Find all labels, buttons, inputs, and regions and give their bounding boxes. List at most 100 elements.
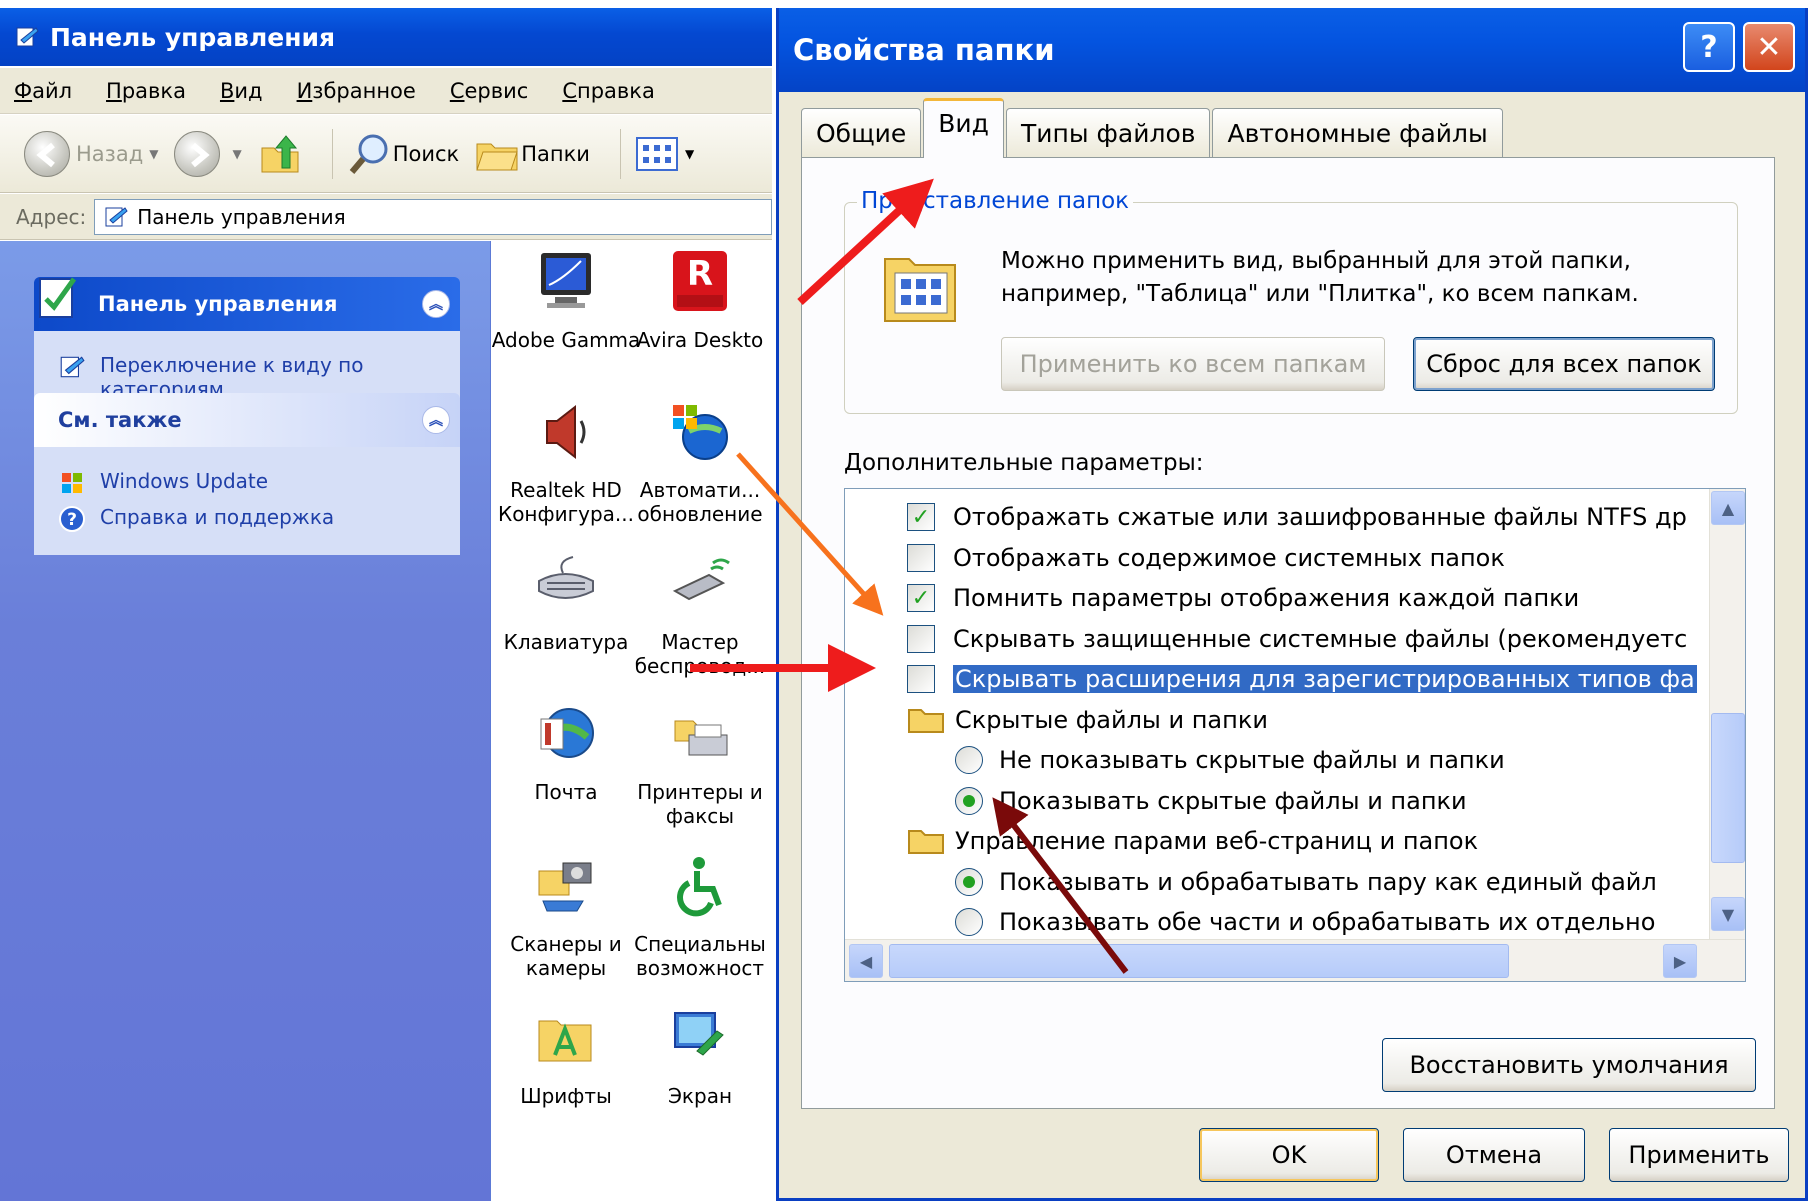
radio-unselected[interactable]: [955, 746, 983, 774]
see-also-title: См. также: [58, 408, 182, 432]
close-button[interactable]: ✕: [1743, 22, 1795, 72]
tab-general[interactable]: Общие: [801, 108, 922, 158]
back-label: Назад: [76, 141, 144, 166]
wireless-icon: [672, 558, 730, 601]
menu-tools[interactable]: Сервис: [450, 79, 529, 103]
views-button[interactable]: ▼: [635, 136, 694, 172]
control-panel-window: Панель управления Файл Правка Вид Избран…: [0, 0, 772, 1201]
wireless-wizard-item[interactable]: Мастер беспровод...: [625, 551, 772, 678]
adobe-gamma-item[interactable]: Adobe Gamma: [491, 249, 641, 352]
folder-up-icon: [261, 134, 299, 172]
icon-label-2: камеры: [525, 956, 607, 980]
tab-offline-files[interactable]: Автономные файлы: [1212, 108, 1503, 158]
display-icon: [674, 1012, 724, 1056]
back-arrow-icon: [24, 130, 70, 177]
windows-update-link[interactable]: Windows Update: [58, 469, 436, 497]
vertical-scroll-thumb[interactable]: [1711, 713, 1745, 863]
control-panel-titlebar[interactable]: Панель управления: [0, 8, 772, 66]
tree-row[interactable]: Управление парами веб-страниц и папок: [907, 821, 1478, 861]
apply-button[interactable]: Применить: [1609, 1128, 1789, 1182]
dialog-titlebar[interactable]: Свойства папки ? ✕: [779, 8, 1805, 92]
reset-all-folders-button[interactable]: Сброс для всех папок: [1413, 337, 1715, 391]
forward-button[interactable]: ▼: [174, 130, 242, 177]
address-input[interactable]: Панель управления: [94, 198, 772, 235]
tree-row[interactable]: Показывать и обрабатывать пару как едины…: [955, 862, 1657, 902]
help-button[interactable]: ?: [1683, 22, 1735, 72]
forward-dropdown-icon[interactable]: ▼: [232, 147, 241, 161]
tree-row[interactable]: Скрытые файлы и папки: [907, 700, 1268, 740]
vertical-scrollbar[interactable]: ▲ ▼: [1709, 489, 1745, 939]
automatic-updates-item[interactable]: Автомати... обновление: [625, 399, 772, 526]
back-dropdown-icon[interactable]: ▼: [149, 147, 158, 161]
apply-to-all-folders-button[interactable]: Применить ко всем папкам: [1001, 337, 1385, 391]
keyboard-item[interactable]: Клавиатура: [491, 551, 641, 654]
fonts-item[interactable]: Шрифты: [491, 1005, 641, 1108]
scanners-cameras-item[interactable]: Сканеры и камеры: [491, 853, 641, 980]
collapse-chevron-icon[interactable]: ︽: [422, 290, 450, 318]
folders-icon: [476, 143, 518, 170]
switch-view-text-line1: Переключение к виду по: [100, 353, 364, 377]
icon-label: Avira Deskto: [636, 328, 764, 352]
tree-row-label: Скрывать защищенные системные файлы (рек…: [953, 624, 1688, 653]
radio-unselected[interactable]: [955, 908, 983, 936]
restore-defaults-button[interactable]: Восстановить умолчания: [1382, 1038, 1756, 1092]
checkbox-unchecked[interactable]: [907, 665, 935, 693]
up-folder-button[interactable]: [258, 132, 302, 176]
collapse-chevron-icon[interactable]: ︽: [422, 406, 450, 434]
tree-row[interactable]: Не показывать скрытые файлы и папки: [955, 740, 1505, 780]
folders-button[interactable]: Папки: [475, 134, 590, 174]
see-also-header[interactable]: См. также ︽: [34, 393, 460, 447]
radio-selected[interactable]: [955, 867, 983, 896]
mail-item[interactable]: Почта: [491, 701, 641, 804]
display-item[interactable]: Экран: [625, 1005, 772, 1108]
scroll-up-icon[interactable]: ▲: [1711, 491, 1745, 525]
menu-file[interactable]: Файл: [14, 79, 72, 103]
folder-views-group: Представление папок Можно применить вид,…: [844, 188, 1738, 414]
radio-selected[interactable]: [955, 786, 983, 815]
search-button[interactable]: Поиск: [347, 131, 460, 177]
icon-label: Специальны: [634, 932, 766, 956]
printers-faxes-item[interactable]: Принтеры и факсы: [625, 701, 772, 828]
control-panel-icon-grid: Adobe Gamma R Avira Deskto Realtek HD Ко…: [490, 241, 772, 1201]
see-also-task-box: См. также ︽ Windows Update ? Справка и п…: [34, 393, 460, 555]
tree-row-label: Показывать обе части и обрабатывать их о…: [999, 908, 1656, 936]
tree-row[interactable]: Показывать скрытые файлы и папки: [955, 781, 1467, 821]
cancel-button[interactable]: Отмена: [1403, 1128, 1585, 1182]
checkbox-checked[interactable]: ✓: [907, 584, 935, 612]
tree-row[interactable]: ✓ Помнить параметры отображения каждой па…: [907, 578, 1579, 618]
avira-desktop-item[interactable]: R Avira Deskto: [625, 249, 772, 352]
control-panel-icon: [16, 27, 39, 47]
tree-row[interactable]: ✓ Отображать сжатые или зашифрованные фай…: [907, 497, 1687, 537]
tree-row[interactable]: Скрывать защищенные системные файлы (рек…: [907, 619, 1687, 659]
control-panel-title: Панель управления: [50, 22, 336, 52]
tab-file-types[interactable]: Типы файлов: [1005, 108, 1211, 158]
view-tab-page: Представление папок Можно применить вид,…: [801, 157, 1775, 1109]
tree-row[interactable]: Отображать содержимое системных папок: [907, 538, 1505, 578]
menu-help[interactable]: Справка: [562, 79, 655, 103]
tree-row[interactable]: Показывать обе части и обрабатывать их о…: [955, 902, 1655, 942]
checkbox-unchecked[interactable]: [907, 624, 935, 653]
checkbox-unchecked[interactable]: [907, 543, 935, 572]
tab-view[interactable]: Вид: [923, 98, 1004, 158]
tree-row[interactable]: Скрывать расширения для зарегистрированн…: [907, 659, 1697, 699]
help-support-link[interactable]: ? Справка и поддержка: [58, 505, 436, 533]
ok-button[interactable]: OK: [1199, 1128, 1379, 1182]
search-label: Поиск: [392, 141, 460, 166]
control-panel-task-header[interactable]: Панель управления ︽: [34, 277, 460, 331]
checkbox-checked[interactable]: ✓: [907, 503, 935, 531]
horizontal-scroll-thumb[interactable]: [889, 944, 1509, 978]
back-button[interactable]: Назад ▼: [24, 130, 158, 177]
scroll-right-icon[interactable]: ▶: [1663, 944, 1697, 978]
tree-row-label: Отображать содержимое системных папок: [953, 543, 1505, 572]
scroll-left-icon[interactable]: ◀: [849, 944, 883, 978]
tree-row-label: Скрывать расширения для зарегистрированн…: [953, 665, 1697, 693]
scroll-down-icon[interactable]: ▼: [1711, 897, 1745, 931]
horizontal-scrollbar[interactable]: ◀ ▶: [845, 939, 1745, 981]
realtek-hd-item[interactable]: Realtek HD Конфигура...: [491, 399, 641, 526]
accessibility-item[interactable]: Специальны возможност: [625, 853, 772, 980]
printer-icon: [674, 720, 728, 756]
menu-favorites[interactable]: Избранное: [297, 79, 416, 103]
menu-view[interactable]: Вид: [220, 79, 263, 103]
views-dropdown-icon[interactable]: ▼: [685, 147, 694, 161]
menu-edit[interactable]: Правка: [106, 79, 186, 103]
